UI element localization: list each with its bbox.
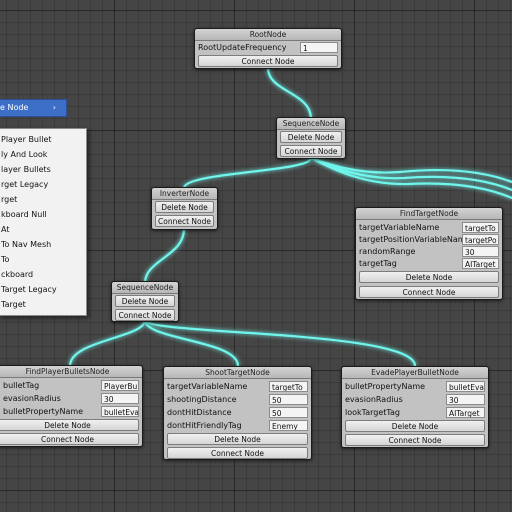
field-label: RootUpdateFrequency [198, 43, 287, 52]
field-label: evasionRadius [3, 394, 61, 403]
root-update-frequency-input[interactable]: 1 [300, 42, 338, 53]
delete-node-button[interactable]: Delete Node [359, 271, 499, 283]
field-row: targetVariableName targetTo [359, 222, 499, 234]
context-menu-create-node-item[interactable]: e Node › [0, 99, 67, 117]
menu-item[interactable]: rget Legacy [0, 177, 86, 192]
menu-item[interactable]: rget [0, 192, 86, 207]
connect-node-button[interactable]: Connect Node [155, 215, 214, 227]
delete-node-button[interactable]: Delete Node [115, 295, 175, 307]
field-label: targetVariableName [167, 382, 248, 391]
field-input[interactable]: 50 [269, 407, 308, 418]
field-input[interactable]: 30 [462, 246, 499, 257]
field-input[interactable]: 30 [446, 394, 485, 405]
field-row: bulletTag PlayerBu [3, 380, 139, 392]
menu-item[interactable]: Target Legacy [0, 282, 86, 297]
field-row: targetVariableName targetTo [167, 381, 308, 393]
wire-inverter-seq2 [143, 227, 186, 285]
menu-item[interactable]: layer Bullets [0, 162, 86, 177]
evade-player-bullet-node[interactable]: EvadePlayerBulletNode bulletPropertyName… [341, 366, 489, 448]
field-row: targetPositionVariableNam targetPo [359, 234, 499, 246]
field-label: dontHitFriendlyTag [167, 421, 242, 430]
field-row: lookTargetTag AITarget [345, 407, 485, 419]
field-input[interactable]: AITarget [462, 258, 499, 269]
field-input[interactable]: 30 [101, 393, 139, 404]
connect-node-button[interactable]: Connect Node [359, 286, 499, 298]
menu-item[interactable]: Target [0, 297, 86, 312]
menu-header-label: e Node [0, 103, 29, 112]
node-title[interactable]: ShootTargetNode [164, 367, 311, 379]
connect-node-button[interactable]: Connect Node [167, 447, 308, 459]
field-input[interactable]: bulletEva [446, 381, 485, 392]
node-title[interactable]: SequenceNode [112, 282, 178, 294]
connect-node-button[interactable]: Connect Node [280, 145, 342, 157]
sequence-node[interactable]: SequenceNode Delete Node Connect Node [276, 117, 346, 159]
field-input[interactable]: targetPo [462, 234, 499, 245]
field-row: randomRange 30 [359, 246, 499, 258]
delete-node-button[interactable]: Delete Node [0, 419, 139, 431]
connect-node-button[interactable]: Connect Node [345, 434, 485, 446]
field-row: bulletPropertyName bulletEva [3, 406, 139, 418]
wire-seq2-shoot [143, 318, 240, 368]
node-title[interactable]: FindTargetNode [356, 208, 502, 220]
field-row: RootUpdateFrequency 1 [198, 42, 338, 54]
field-input[interactable]: targetTo [269, 381, 308, 392]
delete-node-button[interactable]: Delete Node [155, 201, 214, 213]
field-input[interactable]: PlayerBu [101, 380, 139, 391]
field-input[interactable]: bulletEva [101, 406, 139, 417]
sequence-node[interactable]: SequenceNode Delete Node Connect Node [111, 281, 179, 322]
menu-item[interactable]: At [0, 222, 86, 237]
field-input[interactable]: Enemy [269, 420, 308, 431]
menu-item[interactable]: To [0, 252, 86, 267]
delete-node-button[interactable]: Delete Node [167, 433, 308, 445]
node-title[interactable]: InverterNode [152, 188, 217, 200]
field-input[interactable]: targetTo [462, 222, 499, 233]
connect-node-button[interactable]: Connect Node [198, 55, 338, 67]
menu-item[interactable]: To Nav Mesh [0, 237, 86, 252]
field-label: randomRange [359, 247, 416, 256]
field-label: targetPositionVariableNam [359, 235, 462, 244]
field-row: evasionRadius 30 [345, 394, 485, 406]
field-label: bulletTag [3, 381, 40, 390]
field-label: dontHitDistance [167, 408, 232, 417]
node-title[interactable]: SequenceNode [277, 118, 345, 130]
field-row: dontHitFriendlyTag Enemy [167, 420, 308, 432]
field-label: evasionRadius [345, 395, 403, 404]
field-label: lookTargetTag [345, 408, 400, 417]
field-input[interactable]: 50 [269, 394, 308, 405]
inverter-node[interactable]: InverterNode Delete Node Connect Node [151, 187, 218, 230]
root-node[interactable]: RootNode RootUpdateFrequency 1 Connect N… [194, 28, 342, 69]
node-title[interactable]: RootNode [195, 29, 341, 41]
wire-seq2-evade [143, 318, 417, 368]
field-row: dontHitDistance 50 [167, 407, 308, 419]
menu-item[interactable]: kboard Null [0, 207, 86, 222]
field-label: targetVariableName [359, 223, 440, 232]
field-row: bulletPropertyName bulletEva [345, 381, 485, 393]
wire-seq1-inverter [182, 156, 313, 190]
field-label: bulletPropertyName [3, 407, 84, 416]
delete-node-button[interactable]: Delete Node [280, 131, 342, 143]
node-title[interactable]: FindPlayerBulletsNode [0, 366, 142, 378]
wire-seq2-bullets [68, 318, 147, 368]
connect-node-button[interactable]: Connect Node [0, 433, 139, 445]
find-player-bullets-node[interactable]: FindPlayerBulletsNode bulletTag PlayerBu… [0, 365, 143, 447]
field-row: evasionRadius 30 [3, 393, 139, 405]
node-title[interactable]: EvadePlayerBulletNode [342, 367, 488, 379]
field-label: targetTag [359, 259, 397, 268]
field-label: shootingDistance [167, 395, 237, 404]
connect-node-button[interactable]: Connect Node [115, 309, 175, 321]
field-row: shootingDistance 50 [167, 394, 308, 406]
field-label: bulletPropertyName [345, 382, 426, 391]
find-target-node[interactable]: FindTargetNode targetVariableName target… [355, 207, 503, 300]
chevron-right-icon: › [52, 103, 56, 112]
field-row: targetTag AITarget [359, 258, 499, 270]
wire-root-seq1 [266, 66, 313, 121]
delete-node-button[interactable]: Delete Node [345, 420, 485, 432]
menu-item[interactable]: ckboard [0, 267, 86, 282]
menu-item[interactable]: Player Bullet [0, 132, 86, 147]
field-input[interactable]: AITarget [446, 407, 485, 418]
shoot-target-node[interactable]: ShootTargetNode targetVariableName targe… [163, 366, 312, 460]
menu-item[interactable]: ly And Look [0, 147, 86, 162]
context-submenu: Player Bullet ly And Look layer Bullets … [0, 128, 87, 316]
